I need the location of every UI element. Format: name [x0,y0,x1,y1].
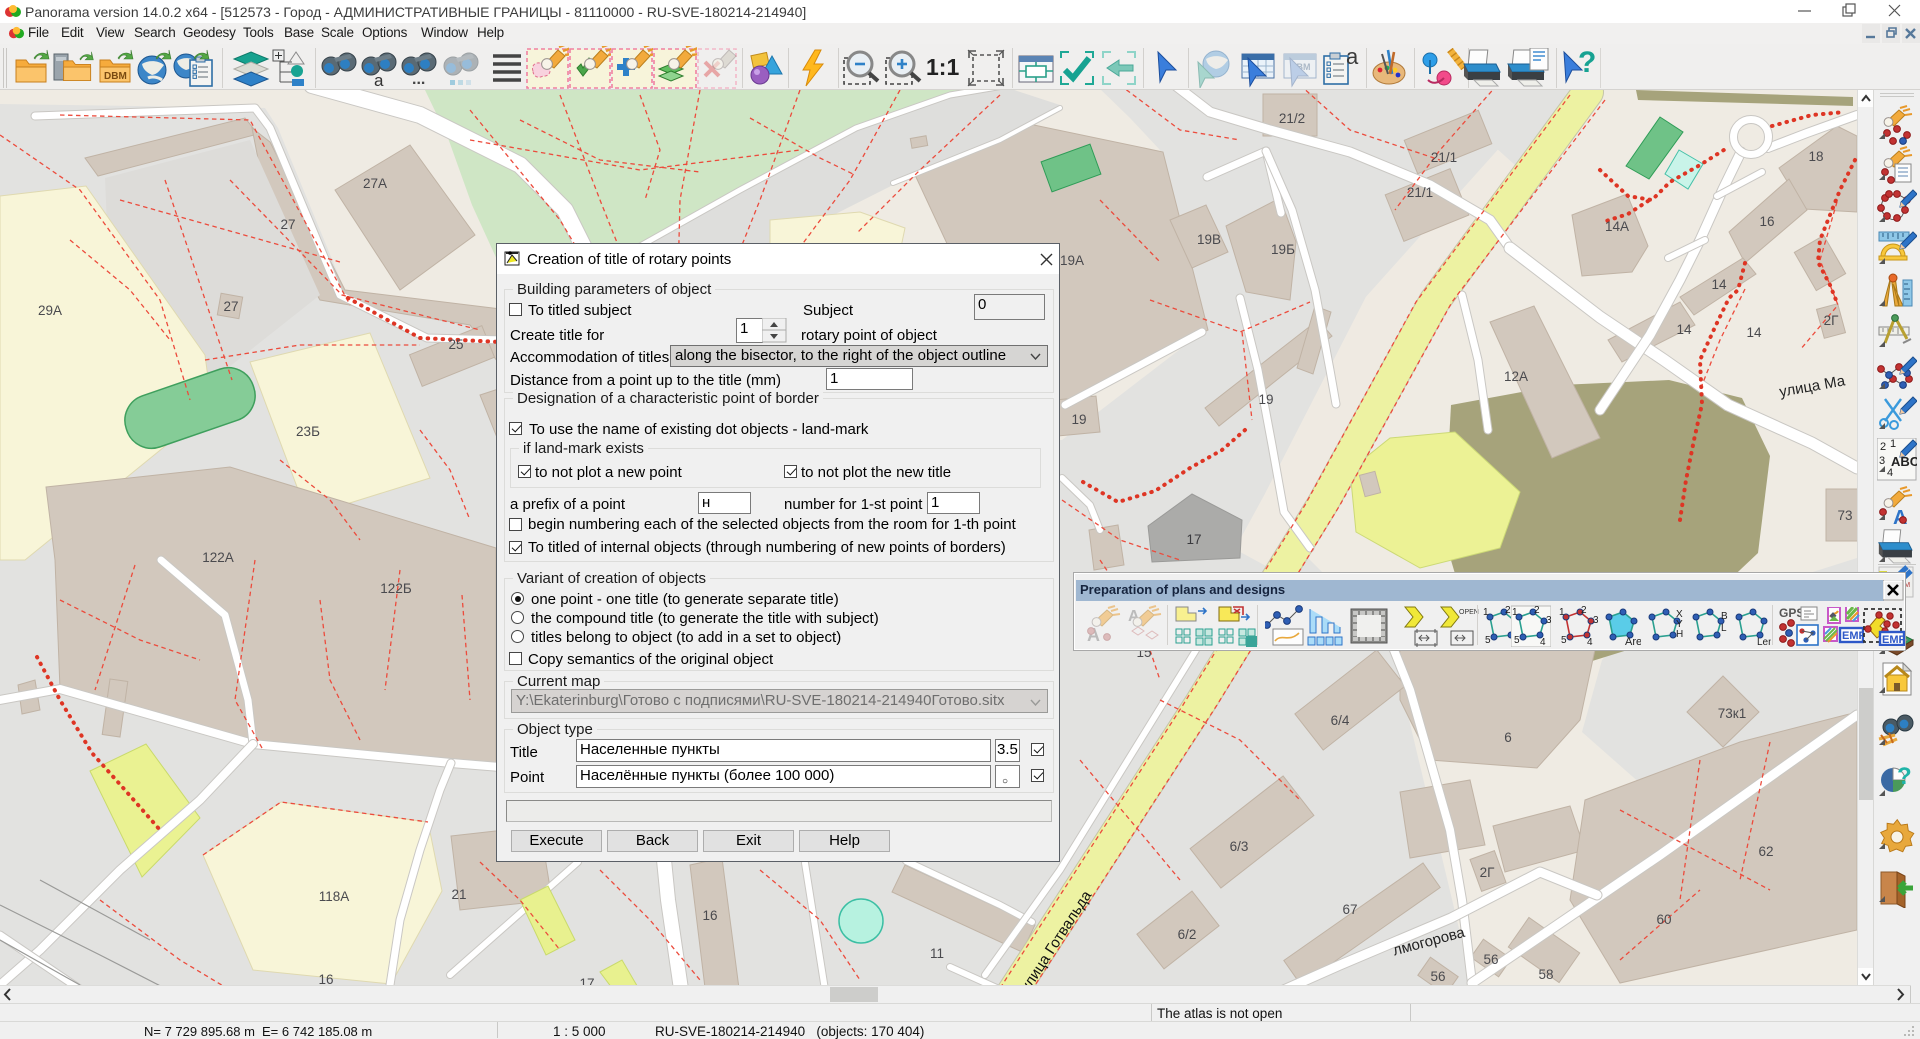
svg-text:118A: 118A [319,889,350,904]
svg-text:2Г: 2Г [1480,865,1496,880]
svg-text:Area: Area [1625,636,1641,647]
svg-text:4: 4 [1587,637,1593,647]
svg-text:1: 1 [1559,607,1565,618]
svg-text:a: a [1346,48,1359,69]
svg-text:18: 18 [1808,149,1823,164]
svg-text:2: 2 [1880,441,1886,453]
svg-text:a: a [374,71,384,88]
svg-text:27A: 27A [363,176,387,191]
svg-text:21/1: 21/1 [1431,150,1457,165]
svg-text:3: 3 [1546,615,1551,626]
svg-text:19: 19 [1258,392,1273,407]
svg-text:6/4: 6/4 [1331,713,1350,728]
svg-text:5: 5 [1485,635,1491,646]
svg-text:12А: 12А [1504,369,1528,384]
svg-text:EMF: EMF [1842,630,1864,642]
svg-text:16: 16 [1759,214,1774,229]
svg-text:21: 21 [451,887,466,902]
svg-text:67: 67 [1342,902,1357,917]
svg-text:73: 73 [1837,508,1852,523]
svg-text:14: 14 [1676,322,1692,337]
svg-text:4: 4 [1540,637,1546,647]
svg-text:6: 6 [1504,730,1512,745]
svg-text:5: 5 [1514,635,1520,646]
svg-text:?: ? [1578,48,1596,79]
svg-text:56: 56 [1430,969,1445,984]
svg-text:27: 27 [223,299,238,314]
svg-text:19В: 19В [1197,232,1221,247]
svg-text:14А: 14А [1605,219,1629,234]
svg-text:56: 56 [1483,952,1498,967]
svg-text:3: 3 [1593,615,1598,626]
svg-text:B: B [1721,611,1728,622]
svg-text:2: 2 [1581,605,1587,616]
svg-text:21/2: 21/2 [1279,111,1305,126]
svg-text:73к1: 73к1 [1718,706,1746,721]
svg-text:1: 1 [1512,607,1518,618]
svg-text:OPEN: OPEN [1459,609,1479,616]
svg-text:62: 62 [1758,844,1773,859]
svg-text:19Б: 19Б [1271,242,1295,257]
svg-text:6/3: 6/3 [1230,839,1249,854]
svg-text:122A: 122A [202,550,234,565]
svg-text:17: 17 [1186,532,1201,547]
svg-text:?: ? [1897,763,1912,790]
svg-text:25: 25 [448,337,463,352]
svg-text:1: 1 [1483,607,1489,618]
svg-text:2: 2 [1534,605,1540,616]
svg-text:23Б: 23Б [296,424,320,439]
svg-text:...: ... [412,71,425,88]
svg-text:14: 14 [1746,325,1762,340]
svg-text:60: 60 [1656,912,1671,927]
svg-text:19A: 19A [1060,253,1084,268]
svg-text:6/2: 6/2 [1178,927,1197,942]
svg-text:1: 1 [1890,438,1896,450]
svg-text:3: 3 [1879,455,1885,467]
svg-text:L: L [1721,623,1727,634]
svg-text:29A: 29A [38,303,62,318]
svg-text:H: H [1676,629,1683,640]
svg-text:11: 11 [930,946,944,961]
svg-text:DBM: DBM [104,71,127,82]
svg-text:122Б: 122Б [380,581,412,596]
svg-text:19: 19 [1071,412,1086,427]
svg-text:2Г: 2Г [1824,313,1840,328]
svg-text:Len: Len [1757,637,1771,647]
svg-text:14: 14 [1711,277,1727,292]
svg-text:58: 58 [1538,967,1553,982]
svg-text:16: 16 [702,908,717,923]
svg-text:21/1: 21/1 [1407,185,1433,200]
svg-text:EMF: EMF [1882,634,1905,646]
svg-text:27: 27 [280,217,295,232]
svg-text:5: 5 [1561,635,1567,646]
